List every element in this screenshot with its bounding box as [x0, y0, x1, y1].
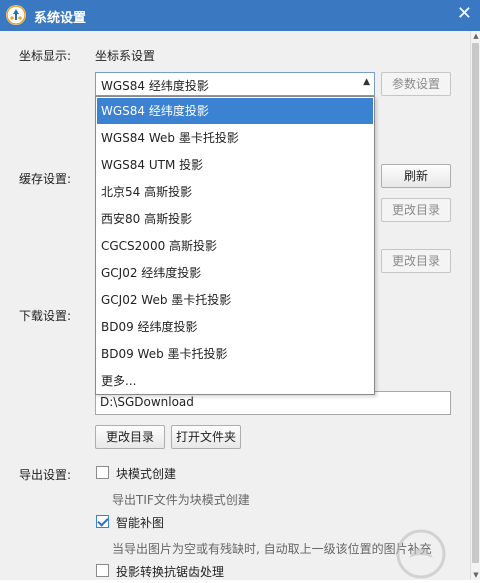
cache-change-dir-button[interactable]: 更改目录	[381, 198, 451, 222]
close-icon[interactable]: ✕	[457, 4, 472, 24]
coord-system-selected-value: WGS84 经纬度投影	[101, 79, 209, 93]
smart-fill-checkbox[interactable]	[96, 515, 109, 528]
antialias-checkbox[interactable]	[96, 564, 109, 577]
block-mode-checkbox[interactable]	[96, 466, 109, 479]
coord-option-more[interactable]: 更多...	[97, 368, 373, 394]
coord-option-bd09-web-mercator[interactable]: BD09 Web 墨卡托投影	[97, 341, 373, 367]
coord-option-bd09-latlon[interactable]: BD09 经纬度投影	[97, 314, 373, 340]
coord-option-xian80[interactable]: 西安80 高斯投影	[97, 206, 373, 232]
download-change-dir-button[interactable]: 更改目录	[95, 425, 165, 449]
coord-option-wgs84-utm[interactable]: WGS84 UTM 投影	[97, 152, 373, 178]
coord-option-gcj02-web-mercator[interactable]: GCJ02 Web 墨卡托投影	[97, 287, 373, 313]
open-folder-button[interactable]: 打开文件夹	[171, 425, 241, 449]
download-section-label: 下载设置:	[19, 309, 72, 323]
vertical-scrollbar[interactable]: ▲ ▼	[470, 31, 480, 580]
param-settings-button[interactable]: 参数设置	[381, 72, 451, 96]
cache-change-dir-button-2[interactable]: 更改目录	[381, 249, 451, 273]
coord-option-cgcs2000[interactable]: CGCS2000 高斯投影	[97, 233, 373, 259]
download-path-value: D:\SGDownload	[100, 395, 194, 409]
coord-option-gcj02-latlon[interactable]: GCJ02 经纬度投影	[97, 260, 373, 286]
app-logo-icon	[6, 5, 26, 25]
smart-fill-description: 当导出图片为空或有残缺时, 自动取上一级该位置的图片补充	[112, 542, 432, 556]
block-mode-description: 导出TIF文件为块模式创建	[112, 493, 250, 507]
cache-section-label: 缓存设置:	[19, 172, 72, 186]
export-section-label: 导出设置:	[19, 468, 72, 482]
smart-fill-label[interactable]: 智能补图	[116, 514, 164, 531]
scroll-up-arrow-icon[interactable]: ▲	[471, 31, 480, 41]
coord-system-dropdown-list: WGS84 经纬度投影 WGS84 Web 墨卡托投影 WGS84 UTM 投影…	[95, 96, 375, 395]
scrollbar-thumb[interactable]	[472, 43, 479, 563]
coord-option-beijing54[interactable]: 北京54 高斯投影	[97, 179, 373, 205]
title-bar: 系统设置 ✕	[0, 0, 480, 31]
antialias-label[interactable]: 投影转换抗锯齿处理	[116, 563, 224, 580]
window-title: 系统设置	[34, 11, 87, 26]
dropdown-arrow-icon[interactable]: ▲	[363, 77, 370, 87]
coord-option-wgs84-web-mercator[interactable]: WGS84 Web 墨卡托投影	[97, 125, 373, 151]
scroll-down-arrow-icon[interactable]: ▼	[471, 570, 480, 580]
coord-option-wgs84-latlon[interactable]: WGS84 经纬度投影	[97, 98, 373, 124]
coord-system-select[interactable]: WGS84 经纬度投影 ▲	[95, 72, 375, 96]
refresh-button[interactable]: 刷新	[381, 164, 451, 188]
coord-system-label: 坐标系设置	[95, 49, 156, 63]
coord-section-label: 坐标显示:	[19, 49, 72, 63]
block-mode-label[interactable]: 块模式创建	[116, 465, 176, 482]
watermark-logo-icon	[395, 528, 447, 580]
